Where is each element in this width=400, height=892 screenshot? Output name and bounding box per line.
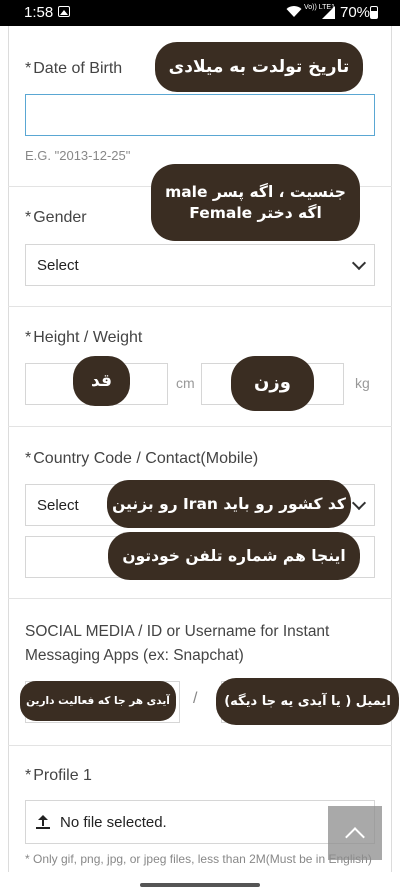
file-upload-button[interactable]: No file selected. [25,800,375,844]
required-marker: * [25,450,32,467]
social-separator: / [193,690,198,707]
gender-select[interactable]: Select [25,244,375,286]
annotation-weight: وزن [231,356,314,411]
contact-label: * Country Code / Contact(Mobile) [25,450,258,468]
divider [8,745,392,746]
height-weight-label-text: Height / Weight [33,329,143,346]
dob-hint: E.G. "2013-12-25" [25,148,131,163]
contact-label-text: Country Code / Contact(Mobile) [33,450,259,467]
annotation-dob: تاریخ تولدت به میلادی [155,42,363,92]
scroll-top-button[interactable] [328,806,382,860]
battery-percent: 70% [340,4,371,21]
gallery-icon [58,6,70,17]
chevron-up-icon [345,827,365,847]
social-media-label: SOCIAL MEDIA / ID or Username for Instan… [25,623,330,664]
required-marker: * [25,767,32,784]
battery-icon [370,6,378,19]
annotation-country: کد کشور رو باید Iran رو بزنین [107,480,351,528]
divider [8,598,392,599]
wifi-icon [286,6,302,18]
weight-unit: kg [355,375,370,391]
annotation-phone: اینجا هم شماره تلفن خودتون [108,532,360,580]
annotation-social-email: ایمیل ( یا آیدی یه جا دیگه) [216,678,399,725]
gender-label-text: Gender [33,209,87,226]
status-time: 1:58 [24,4,54,21]
dob-label: * Date of Birth [25,60,122,78]
profile-label-text: Profile 1 [33,767,92,784]
gender-select-value: Select [37,256,79,274]
upload-icon [36,815,50,829]
home-indicator[interactable] [140,883,260,887]
file-status: No file selected. [60,813,167,831]
height-unit: cm [176,375,195,391]
annotation-height: قد [73,356,130,406]
navigation-bar [0,872,400,892]
signal-icon [322,6,335,19]
profile-label: * Profile 1 [25,767,92,785]
country-code-select-value: Select [37,496,79,514]
annotation-social-id: آیدی هر جا که فعالیت دارین [20,681,176,721]
chevron-down-icon [351,495,367,511]
status-bar: 1:58 Vo)) LTE1 70% [0,0,400,26]
gender-label: * Gender [25,209,87,227]
required-marker: * [25,60,32,77]
required-marker: * [25,329,32,346]
file-note: * Only gif, png, jpg, or jpeg files, les… [25,852,372,866]
annotation-gender: جنسیت ، اگه پسر male اگه دختر Female [151,164,360,241]
dob-input[interactable] [25,94,375,136]
dob-label-text: Date of Birth [33,60,123,77]
height-weight-label: * Height / Weight [25,329,142,347]
divider [8,306,392,307]
required-marker: * [25,209,32,226]
chevron-down-icon [351,255,367,271]
divider [8,426,392,427]
